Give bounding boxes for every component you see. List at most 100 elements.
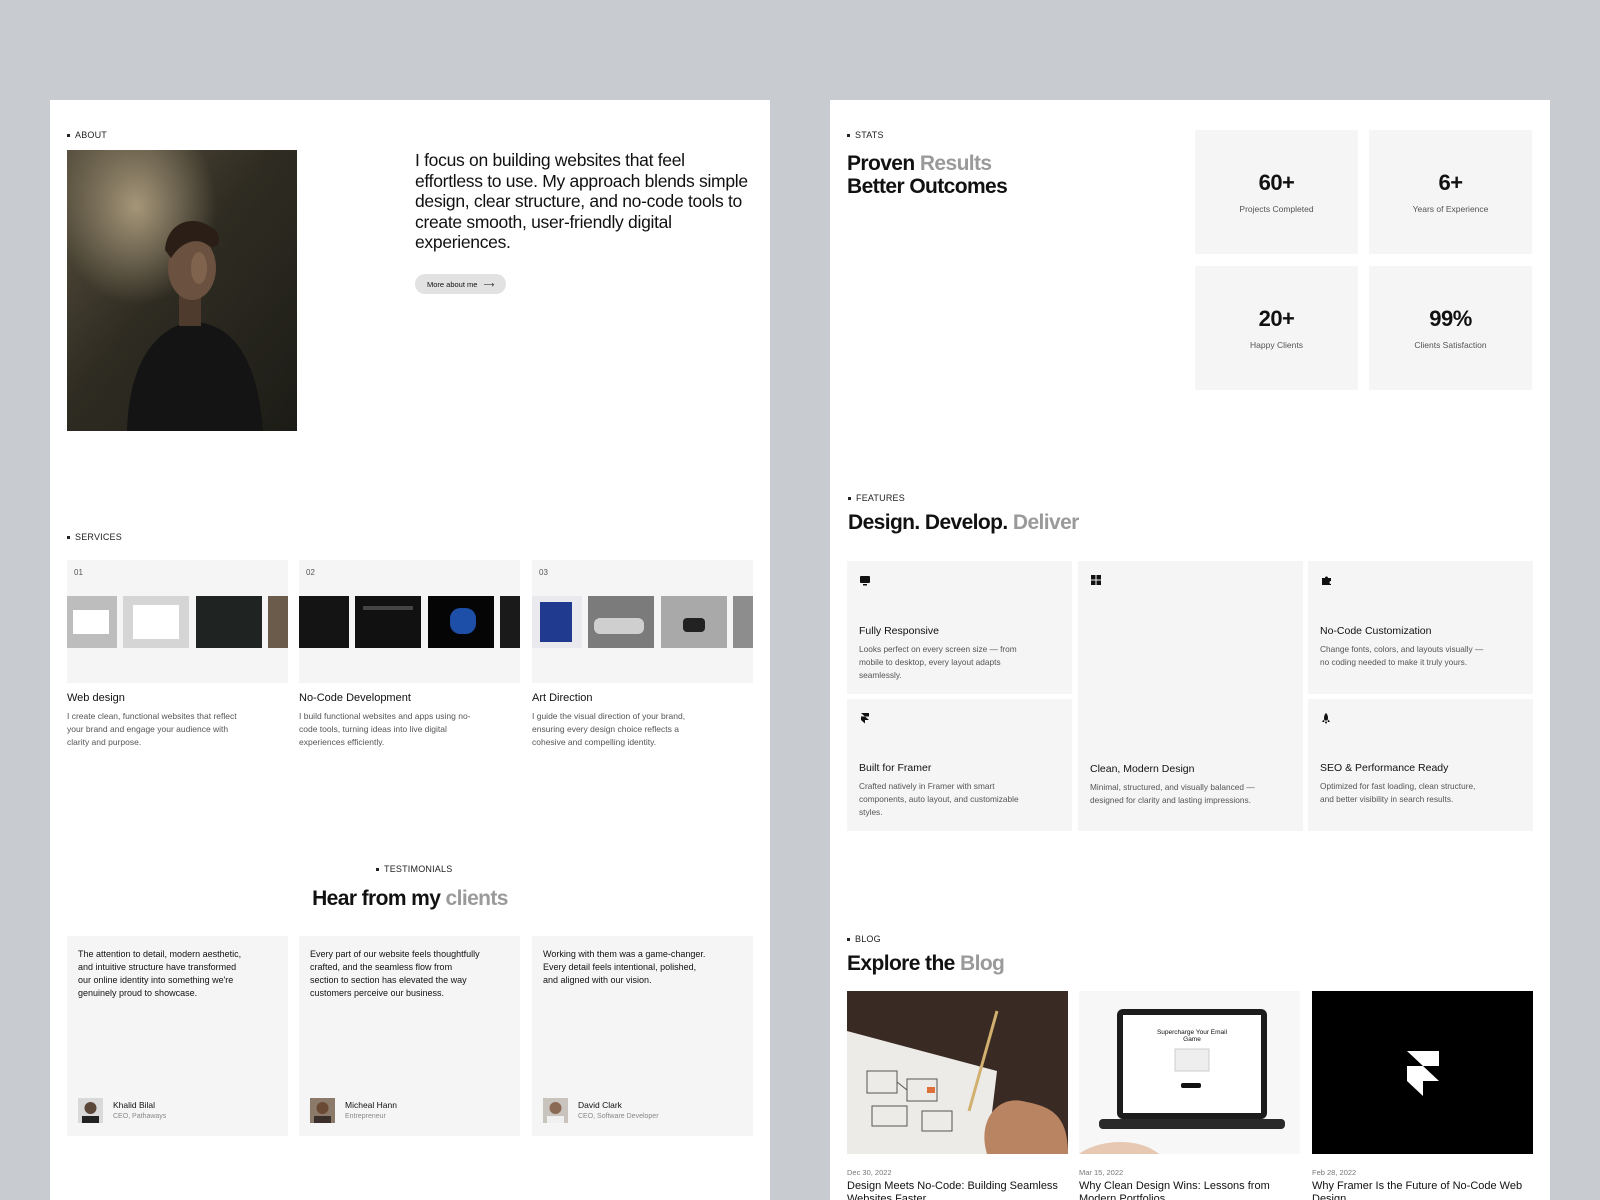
blog-label-text: BLOG (855, 934, 881, 944)
stat-card: 6+ Years of Experience (1369, 130, 1532, 254)
feature-card-no-code-customization: No-Code Customization Change fonts, colo… (1308, 561, 1533, 694)
project-thumbnail (428, 596, 494, 648)
testimonial-role: CEO, Software Developer (578, 1113, 659, 1120)
blog-post-image[interactable] (847, 991, 1068, 1154)
services-section-label: SERVICES (67, 532, 122, 542)
testimonial-name: David Clark (578, 1100, 622, 1110)
stat-value: 60+ (1258, 170, 1295, 195)
about-statement: I focus on building websites that feel e… (415, 150, 748, 252)
service-description: I guide the visual direction of your bra… (532, 711, 686, 747)
stat-caption: Projects Completed (1239, 204, 1314, 214)
more-about-me-label: More about me (427, 279, 478, 289)
heading-accent: clients (445, 887, 509, 910)
stat-value: 20+ (1258, 306, 1295, 331)
project-thumbnail (500, 596, 520, 648)
project-thumbnail (67, 596, 117, 648)
heading-main: Proven (847, 152, 915, 175)
feature-card-clean-modern-design: Clean, Modern Design Minimal, structured… (1078, 561, 1303, 831)
testimonials-section-label: TESTIMONIALS (376, 864, 452, 874)
feature-title: Fully Responsive (859, 625, 939, 637)
avatar (78, 1098, 103, 1123)
feature-description: Looks perfect on every screen size — fro… (859, 644, 1017, 680)
project-thumbnail (588, 596, 654, 648)
avatar (310, 1098, 335, 1123)
feature-description: Change fonts, colors, and layouts visual… (1320, 644, 1484, 667)
testimonial-quote: Every part of our website feels thoughtf… (310, 949, 480, 998)
project-thumbnail (532, 596, 582, 648)
blog-post-title[interactable]: Why Clean Design Wins: Lessons from Mode… (1079, 1180, 1304, 1200)
feature-card-built-for-framer: Built for Framer Crafted natively in Fra… (847, 699, 1072, 831)
testimonial-role: CEO, Pathaways (113, 1113, 167, 1120)
stats-heading: Proven Results Better Outcomes (847, 152, 1008, 198)
service-number: 02 (306, 568, 315, 577)
blog-section-label: BLOG (847, 934, 881, 944)
heading-main: Design. Develop. (848, 511, 1008, 534)
about-section-label: ABOUT (67, 130, 107, 140)
testimonial-name: Khalid Bilal (113, 1100, 156, 1110)
testimonials-heading: Hear from my clients (50, 887, 770, 910)
project-thumbnail (733, 596, 753, 648)
testimonial-quote: The attention to detail, modern aestheti… (78, 949, 242, 998)
stat-value: 99% (1429, 306, 1472, 331)
blog-post-date: Dec 30, 2022 (847, 1168, 892, 1177)
stat-card: 60+ Projects Completed (1195, 130, 1358, 254)
blog-post-title[interactable]: Why Framer Is the Future of No-Code Web … (1312, 1180, 1537, 1200)
project-thumbnail (661, 596, 727, 648)
project-thumbnail (123, 596, 189, 648)
testimonial-card: Working with them was a game-changer. Ev… (532, 936, 753, 1136)
blog-post-title[interactable]: Design Meets No-Code: Building Seamless … (847, 1180, 1072, 1200)
arrow-right-icon: ⟶ (483, 279, 495, 289)
right-panel: STATS Proven Results Better Outcomes 60+… (830, 100, 1550, 1200)
blog-post-image[interactable]: Supercharge Your Email Game (1079, 991, 1300, 1154)
testimonial-quote: Working with them was a game-changer. Ev… (543, 949, 706, 985)
monitor-icon (859, 574, 871, 586)
blog-heading: Explore the Blog (847, 952, 1005, 975)
heading-accent: Blog (960, 952, 1005, 975)
testimonial-name: Micheal Hann (345, 1100, 397, 1110)
portrait-photo (67, 150, 297, 431)
features-label-text: FEATURES (856, 493, 905, 503)
heading-main: Explore the (847, 952, 955, 975)
feature-title: Clean, Modern Design (1090, 763, 1195, 775)
service-image-strip (532, 596, 753, 648)
blog-post-date: Mar 15, 2022 (1079, 1168, 1124, 1177)
framer-icon (859, 712, 871, 724)
stats-section-label: STATS (847, 130, 884, 140)
project-thumbnail (355, 596, 421, 648)
avatar (543, 1098, 568, 1123)
project-thumbnail (299, 596, 349, 648)
heading-line-2: Better Outcomes (847, 175, 1008, 198)
stat-card: 20+ Happy Clients (1195, 266, 1358, 390)
rocket-icon (1320, 712, 1332, 724)
service-card-no-code-development[interactable]: 02 (299, 560, 520, 683)
stat-card: 99% Clients Satisfaction (1369, 266, 1532, 390)
service-title: Web design (67, 692, 125, 704)
service-image-strip (67, 596, 288, 648)
testimonial-card: Every part of our website feels thoughtf… (299, 936, 520, 1136)
framer-logo-icon (1312, 991, 1533, 1154)
stat-caption: Years of Experience (1412, 204, 1489, 214)
left-panel: ABOUT I focus on building websites that … (50, 100, 770, 1200)
puzzle-icon (1320, 574, 1332, 586)
blog-post-image[interactable] (1312, 991, 1533, 1154)
stats-label-text: STATS (855, 130, 884, 140)
stat-caption: Clients Satisfaction (1414, 340, 1487, 350)
features-section-label: FEATURES (848, 493, 905, 503)
service-description: I create clean, functional websites that… (67, 711, 237, 747)
service-card-web-design[interactable]: 01 (67, 560, 288, 683)
more-about-me-button[interactable]: More about me ⟶ (415, 274, 507, 294)
service-number: 03 (539, 568, 548, 577)
service-image-strip (299, 596, 520, 648)
feature-card-seo-performance: SEO & Performance Ready Optimized for fa… (1308, 699, 1533, 831)
service-card-art-direction[interactable]: 03 (532, 560, 753, 683)
feature-description: Minimal, structured, and visually balanc… (1090, 782, 1255, 805)
heading-accent: Deliver (1012, 511, 1079, 534)
stat-value: 6+ (1438, 170, 1463, 195)
heading-accent: Results (919, 152, 992, 175)
grid-icon (1090, 574, 1102, 586)
feature-title: No-Code Customization (1320, 625, 1432, 637)
feature-description: Optimized for fast loading, clean struct… (1320, 781, 1476, 804)
testimonials-label-text: TESTIMONIALS (384, 864, 453, 874)
service-number: 01 (74, 568, 83, 577)
services-label-text: SERVICES (75, 532, 122, 542)
